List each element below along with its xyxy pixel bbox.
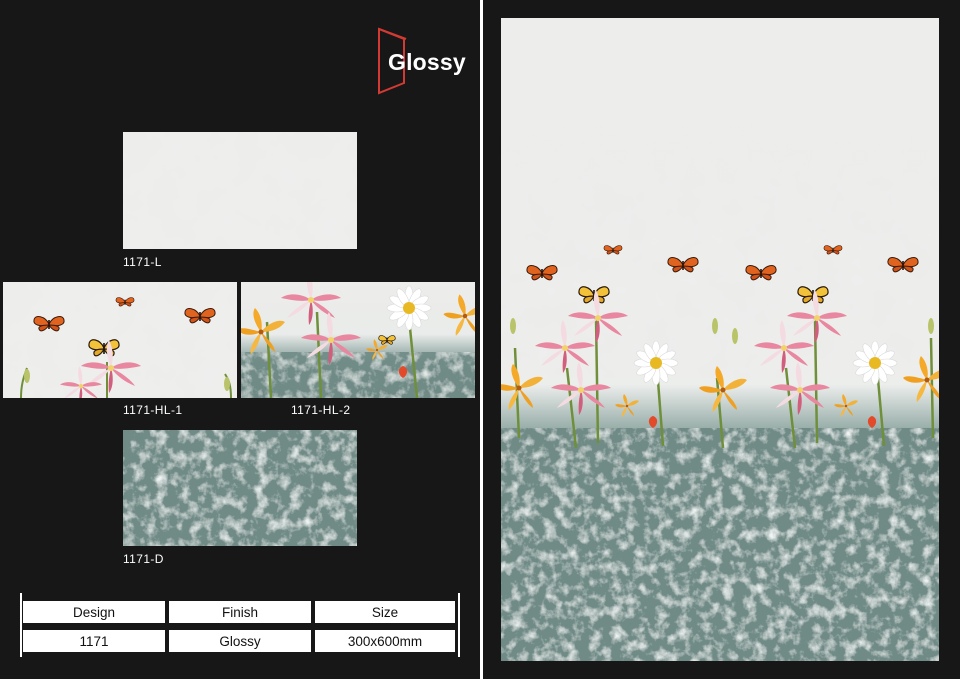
tile-dark-label: 1171-D xyxy=(123,552,164,566)
spec-header-design: Design xyxy=(23,601,165,623)
tile-light xyxy=(123,132,357,249)
spec-header-size: Size xyxy=(315,601,455,623)
finish-badge: Glossy xyxy=(376,27,476,95)
marble-texture xyxy=(123,132,357,249)
spec-table-border xyxy=(20,593,22,657)
wall-preview-artwork xyxy=(501,18,939,661)
spec-value-size: 300x600mm xyxy=(315,630,455,652)
floral-highlighter-artwork xyxy=(241,282,475,398)
floral-highlighter-artwork xyxy=(3,282,237,398)
tile-dark xyxy=(123,430,357,546)
tile-highlighter-2-label: 1171-HL-2 xyxy=(291,403,351,417)
spec-table: Design Finish Size 1171 Glossy 300x600mm xyxy=(20,593,460,657)
wall-preview xyxy=(501,18,939,661)
tile-highlighter-1 xyxy=(3,282,237,398)
panel-divider xyxy=(480,0,483,679)
spec-table-border xyxy=(458,593,460,657)
spec-value-finish: Glossy xyxy=(169,630,311,652)
spec-value-design: 1171 xyxy=(23,630,165,652)
stone-texture xyxy=(123,430,357,546)
finish-badge-label: Glossy xyxy=(388,49,466,75)
spec-header-finish: Finish xyxy=(169,601,311,623)
tile-highlighter-1-label: 1171-HL-1 xyxy=(123,403,183,417)
tile-highlighter-2 xyxy=(241,282,475,398)
tile-light-label: 1171-L xyxy=(123,255,162,269)
